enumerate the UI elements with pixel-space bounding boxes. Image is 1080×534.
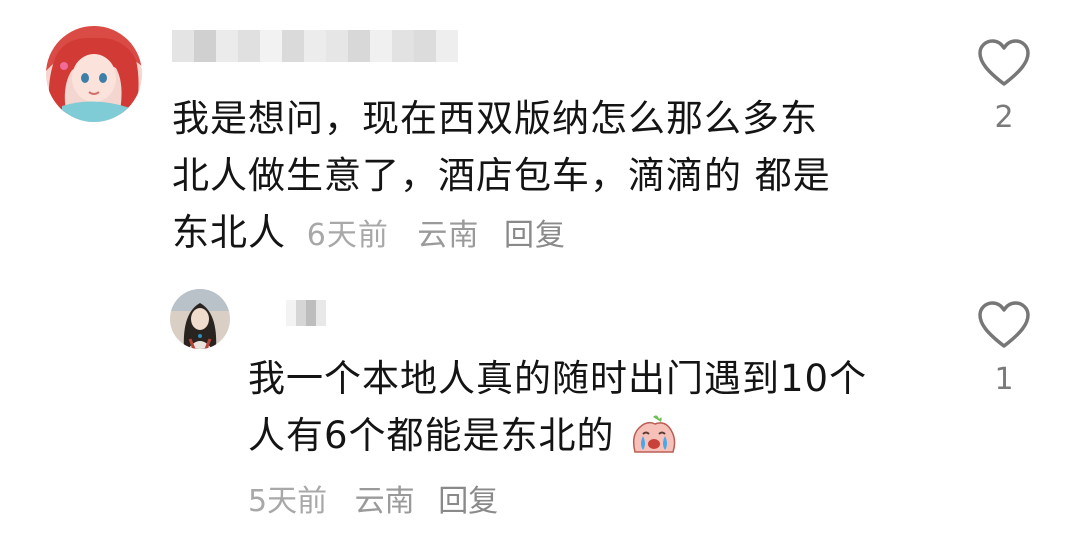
mermaid-avatar-icon[interactable] [46, 26, 142, 122]
comment-text-line: 我是想问，现在西双版纳怎么那么多东 [172, 97, 818, 140]
comment-text: 我一个本地人真的随时出门遇到10个 人有6个都能是东北的 [248, 350, 867, 470]
comment-text-line: 北人做生意了，酒店包车，滴滴的 都是 [172, 154, 831, 197]
comment-meta: 5天前 云南 回复 [248, 476, 498, 520]
comment-text-line: 人有6个都能是东北的 [248, 414, 615, 457]
comment-date: 6天前 [306, 218, 389, 253]
heart-icon [978, 39, 1030, 86]
comment-text: 我是想问，现在西双版纳怎么那么多东 北人做生意了，酒店包车，滴滴的 都是 东北人… [172, 90, 831, 264]
like-count: 1 [994, 362, 1014, 397]
like-count: 2 [994, 100, 1014, 135]
reply-button[interactable]: 回复 [438, 484, 498, 519]
reply-button[interactable]: 回复 [504, 218, 566, 253]
comment-date: 5天前 [248, 484, 328, 519]
comment-meta: 6天前 云南 回复 [307, 218, 566, 253]
crying-peach-emoji-icon [631, 413, 677, 470]
username-blurred[interactable] [172, 30, 458, 62]
comment-location: 云南 [354, 484, 415, 519]
girl-portrait-avatar-icon[interactable] [170, 289, 230, 349]
like-button[interactable]: 1 [974, 300, 1034, 397]
like-button[interactable]: 2 [974, 38, 1034, 135]
comment-text-line: 东北人 [172, 211, 286, 254]
comment-location: 云南 [417, 218, 480, 253]
comment-text-line: 我一个本地人真的随时出门遇到10个 [248, 357, 868, 400]
username-blurred[interactable] [286, 300, 326, 326]
heart-icon [978, 301, 1030, 348]
